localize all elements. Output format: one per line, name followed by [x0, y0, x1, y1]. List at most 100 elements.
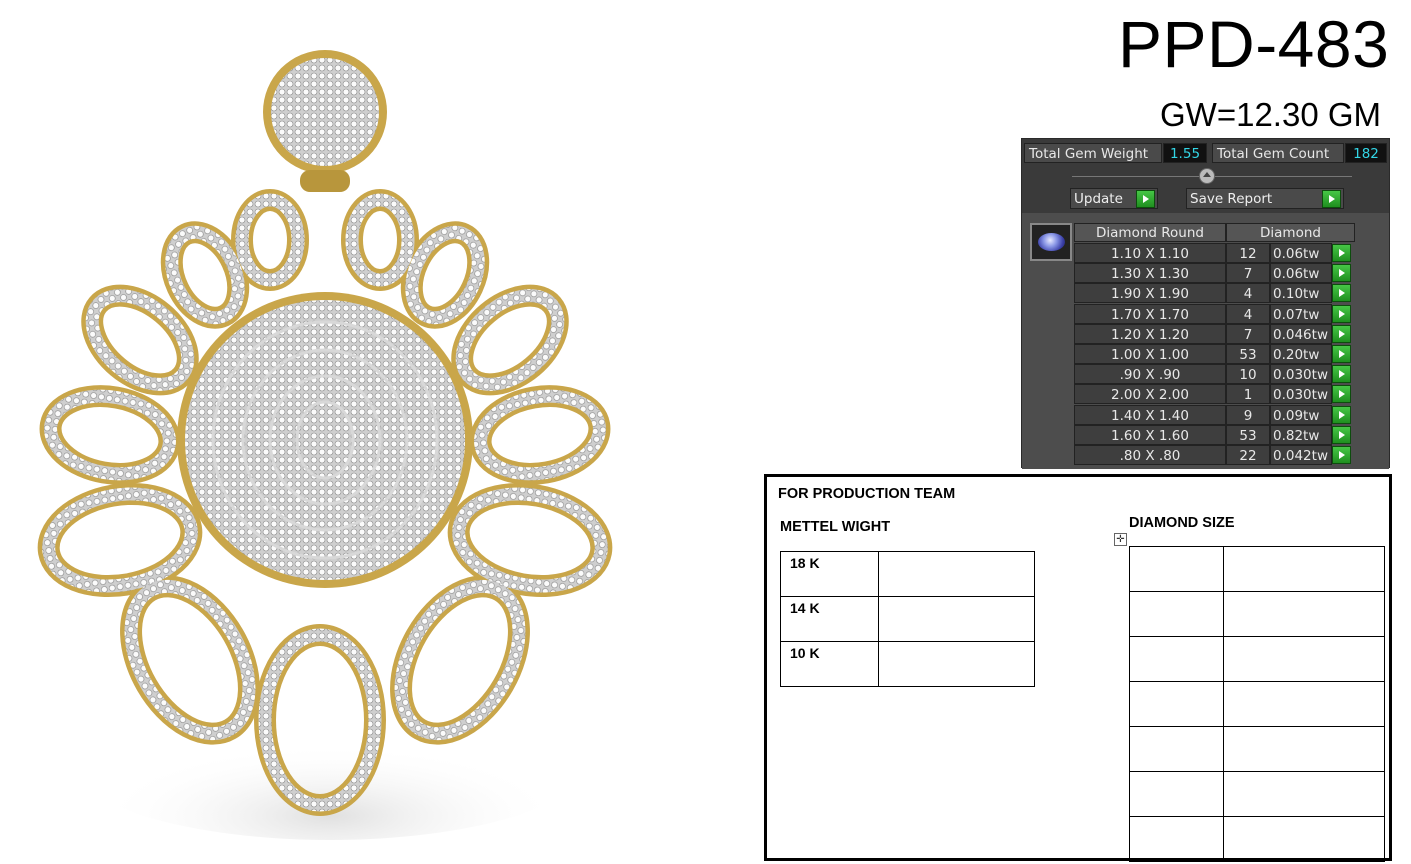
gem-count-cell: 1 — [1226, 384, 1270, 405]
metal-weight-input-cell[interactable] — [878, 596, 1035, 642]
table-row — [1129, 636, 1385, 682]
gem-size-cell: 1.40 X 1.40 — [1074, 404, 1226, 425]
gem-weight-cell: 0.030tw — [1270, 384, 1332, 405]
column-header-material: Diamond — [1226, 223, 1355, 242]
gem-size-cell: 1.10 X 1.10 — [1074, 243, 1226, 263]
production-form: FOR PRODUCTION TEAM METTEL WIGHT DIAMOND… — [764, 474, 1392, 862]
metal-karat-cell: 14 K — [780, 596, 879, 642]
row-action-arrow-icon[interactable] — [1332, 446, 1351, 464]
update-button[interactable]: Update — [1070, 188, 1158, 209]
gem-size-cell: .90 X .90 — [1074, 364, 1226, 385]
play-arrow-icon — [1136, 190, 1155, 208]
round-diamond-icon — [1038, 233, 1065, 251]
gross-weight: GW=12.30 GM — [1160, 96, 1381, 133]
diamond-qty-input-cell[interactable] — [1223, 636, 1385, 682]
table-row: 14 K — [780, 596, 1035, 642]
diamond-size-input-cell[interactable] — [1129, 771, 1224, 817]
total-gem-weight-value: 1.55 — [1163, 143, 1207, 163]
total-gem-count-value: 182 — [1345, 143, 1387, 163]
gem-count-cell: 10 — [1226, 364, 1270, 385]
diamond-qty-input-cell[interactable] — [1223, 681, 1385, 727]
row-action-arrow-icon[interactable] — [1332, 264, 1351, 283]
gem-size-cell: 2.00 X 2.00 — [1074, 384, 1226, 405]
diamond-size-input-cell[interactable] — [1129, 816, 1224, 862]
save-report-button[interactable]: Save Report — [1186, 188, 1344, 209]
metal-karat-cell: 10 K — [780, 641, 879, 687]
table-row: 10 K — [780, 641, 1035, 687]
gem-size-cell: 1.90 X 1.90 — [1074, 283, 1226, 304]
metal-weight-title: METTEL WIGHT — [780, 519, 891, 535]
gem-size-cell: 1.70 X 1.70 — [1074, 303, 1226, 324]
panel-slider-knob-icon[interactable] — [1199, 168, 1215, 184]
gem-size-cell: 1.20 X 1.20 — [1074, 323, 1226, 344]
gem-weight-cell: 0.06tw — [1270, 243, 1332, 263]
diamond-size-input-cell[interactable] — [1129, 681, 1224, 727]
row-action-arrow-icon[interactable] — [1332, 425, 1351, 444]
row-action-arrow-icon[interactable] — [1332, 324, 1351, 343]
diamond-qty-input-cell[interactable] — [1223, 591, 1385, 637]
diamond-qty-input-cell[interactable] — [1223, 816, 1385, 862]
row-action-arrow-icon[interactable] — [1332, 405, 1351, 424]
diamond-qty-input-cell[interactable] — [1223, 726, 1385, 772]
gem-report-panel: Total Gem Weight 1.55 Total Gem Count 18… — [1021, 138, 1390, 469]
gem-weight-cell: 0.10tw — [1270, 283, 1332, 304]
table-row — [1129, 546, 1385, 592]
pendant-image — [37, 50, 613, 840]
gem-count-cell: 53 — [1226, 424, 1270, 445]
table-row — [1129, 591, 1385, 637]
row-action-arrow-icon[interactable] — [1332, 385, 1351, 404]
diamond-size-table — [1129, 546, 1385, 862]
row-action-arrow-icon[interactable] — [1332, 345, 1351, 363]
gem-weight-cell: 0.030tw — [1270, 364, 1332, 385]
gem-count-cell: 12 — [1226, 243, 1270, 263]
play-arrow-icon — [1322, 190, 1341, 208]
diamond-size-input-cell[interactable] — [1129, 636, 1224, 682]
table-move-handle-icon[interactable]: ✛ — [1114, 533, 1127, 546]
design-code: PPD-483 — [1118, 7, 1390, 81]
diamond-size-input-cell[interactable] — [1129, 726, 1224, 772]
gem-shape-thumbnail[interactable] — [1030, 223, 1072, 261]
gem-count-cell: 4 — [1226, 283, 1270, 304]
table-row — [1129, 681, 1385, 727]
gem-weight-cell: 0.82tw — [1270, 424, 1332, 445]
diamond-size-input-cell[interactable] — [1129, 591, 1224, 637]
gem-weight-cell: 0.20tw — [1270, 344, 1332, 364]
total-gem-count-label: Total Gem Count — [1212, 143, 1344, 163]
row-action-arrow-icon[interactable] — [1332, 304, 1351, 323]
production-title: FOR PRODUCTION TEAM — [778, 486, 956, 502]
column-header-shape: Diamond Round — [1074, 223, 1226, 242]
gem-weight-cell: 0.06tw — [1270, 263, 1332, 284]
diamond-qty-input-cell[interactable] — [1223, 546, 1385, 592]
metal-karat-cell: 18 K — [780, 551, 879, 597]
gem-count-cell: 4 — [1226, 303, 1270, 324]
gem-count-cell: 9 — [1226, 404, 1270, 425]
total-gem-weight-label: Total Gem Weight — [1024, 143, 1162, 163]
save-report-button-label: Save Report — [1190, 191, 1273, 207]
gem-count-cell: 22 — [1226, 445, 1270, 465]
gem-weight-cell: 0.07tw — [1270, 303, 1332, 324]
gem-count-cell: 53 — [1226, 344, 1270, 364]
pendant-center — [177, 292, 473, 588]
update-button-label: Update — [1074, 191, 1123, 207]
table-row — [1129, 771, 1385, 817]
row-action-arrow-icon[interactable] — [1332, 284, 1351, 303]
metal-weight-input-cell[interactable] — [878, 551, 1035, 597]
row-action-arrow-icon[interactable] — [1332, 244, 1351, 262]
row-action-arrow-icon[interactable] — [1332, 365, 1351, 384]
metal-weight-table: 18 K 14 K 10 K — [780, 551, 1035, 687]
gem-size-cell: .80 X .80 — [1074, 445, 1226, 465]
table-row — [1129, 816, 1385, 862]
gem-size-cell: 1.30 X 1.30 — [1074, 263, 1226, 284]
gem-weight-cell: 0.042tw — [1270, 445, 1332, 465]
gem-count-cell: 7 — [1226, 323, 1270, 344]
gem-weight-cell: 0.046tw — [1270, 323, 1332, 344]
table-row — [1129, 726, 1385, 772]
pendant-bail — [263, 50, 387, 192]
gem-count-cell: 7 — [1226, 263, 1270, 284]
gem-weight-cell: 0.09tw — [1270, 404, 1332, 425]
gem-size-cell: 1.60 X 1.60 — [1074, 424, 1226, 445]
diamond-qty-input-cell[interactable] — [1223, 771, 1385, 817]
metal-weight-input-cell[interactable] — [878, 641, 1035, 687]
diamond-size-input-cell[interactable] — [1129, 546, 1224, 592]
diamond-size-title: DIAMOND SIZE — [1129, 515, 1235, 531]
